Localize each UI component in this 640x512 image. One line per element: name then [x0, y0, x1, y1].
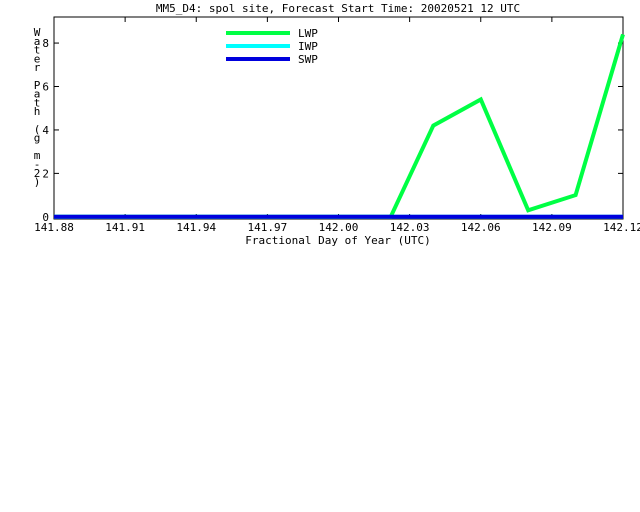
legend-label-lwp: LWP [298, 27, 318, 40]
y-tick-label: 4 [42, 124, 49, 137]
x-tick-label: 142.09 [532, 221, 572, 234]
y-axis-label-char: g [34, 132, 41, 145]
plot-frame [53, 16, 624, 220]
x-tick-label: 142.06 [461, 221, 501, 234]
y-axis-label-char: h [34, 105, 41, 118]
y-axis-label: Water Path (g m-2) [34, 26, 41, 189]
legend: LWPIWPSWP [226, 27, 318, 66]
y-axis-label-char: ) [34, 176, 41, 189]
axis-ticks: 141.88 141.91 141.94 141.97 142.00 142.03 142.… [34, 17, 640, 234]
y-tick-label: 2 [42, 167, 49, 180]
x-tick-label: 142.12 [603, 221, 640, 234]
y-tick-label: 8 [42, 37, 49, 50]
x-tick-label: 141.91 [105, 221, 145, 234]
x-tick-label: 141.94 [176, 221, 216, 234]
x-tick-label: 141.88 [34, 221, 74, 234]
x-tick-label: 142.00 [319, 221, 359, 234]
x-axis-label: Fractional Day of Year (UTC) [245, 234, 430, 247]
x-tick-label: 141.97 [248, 221, 288, 234]
y-tick-label: 0 [42, 211, 49, 224]
x-tick-label: 142.03 [390, 221, 430, 234]
water-path-chart: MM5_D4: spol site, Forecast Start Time: … [34, 2, 640, 247]
series-line-lwp [54, 33, 625, 219]
data-series [54, 33, 625, 219]
y-tick-label: 6 [42, 81, 49, 94]
chart-title: MM5_D4: spol site, Forecast Start Time: … [156, 2, 520, 15]
legend-label-iwp: IWP [298, 40, 318, 53]
legend-label-swp: SWP [298, 53, 318, 66]
y-axis-label-char: r [34, 61, 41, 74]
